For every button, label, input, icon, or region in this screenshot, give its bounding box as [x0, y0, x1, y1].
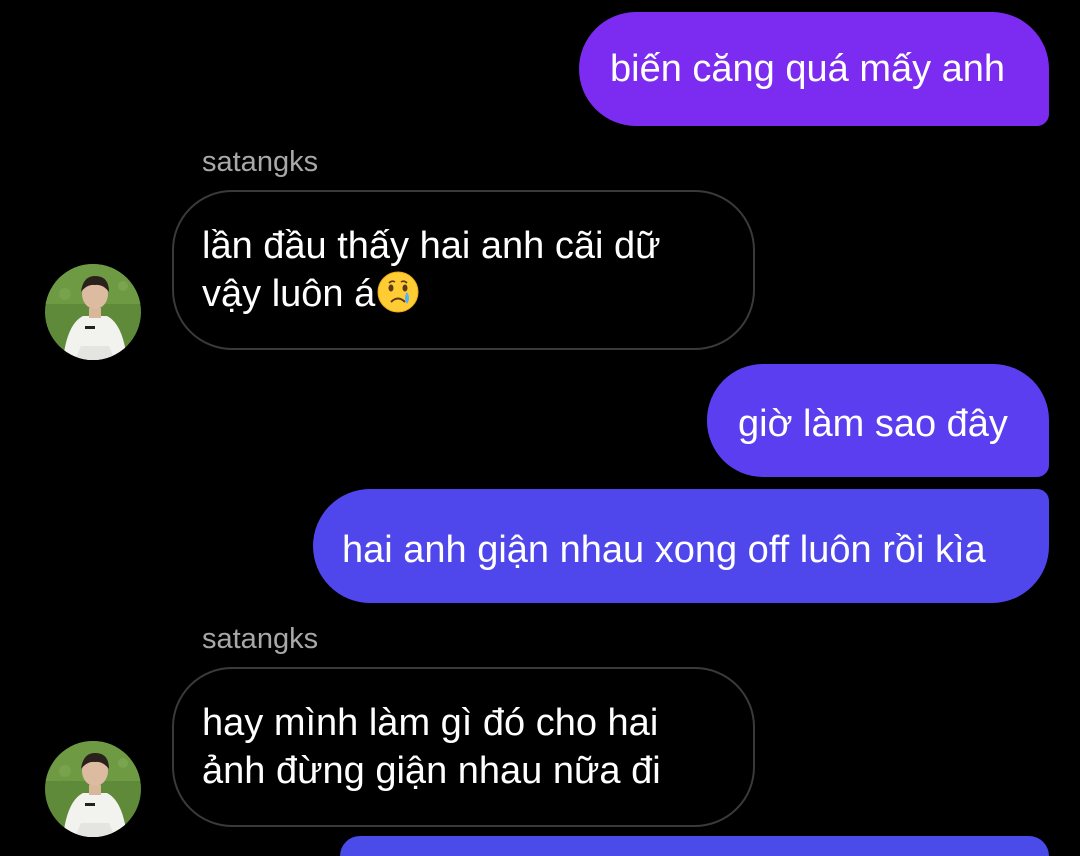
sender-name: satangks	[202, 146, 319, 178]
received-message-bubble[interactable]: lần đầu thấy hai anh cãi dữ vậy luôn á	[172, 190, 755, 350]
sent-message-bubble[interactable]: giờ làm sao đây	[707, 364, 1049, 477]
crying-face-emoji-icon	[376, 270, 420, 326]
sent-message-bubble[interactable]: hai anh giận nhau xong off luôn rồi kìa	[313, 489, 1049, 603]
message-text: biến căng quá mấy anh	[610, 48, 1006, 90]
message-text-line: ảnh đừng giận nhau nữa đi	[202, 750, 661, 792]
message-text-line: hay mình làm gì đó cho hai	[202, 702, 659, 744]
sent-message-bubble-partial[interactable]	[340, 836, 1049, 856]
user-avatar-icon[interactable]	[45, 741, 141, 837]
message-text: hai anh giận nhau xong off luôn rồi kìa	[342, 529, 986, 571]
sent-message-bubble[interactable]: biến căng quá mấy anh	[579, 12, 1049, 126]
sender-name: satangks	[202, 623, 319, 655]
message-text-line: vậy luôn á	[202, 270, 753, 326]
message-text-line: lần đầu thấy hai anh cãi dữ	[202, 225, 661, 267]
user-avatar-icon[interactable]	[45, 264, 141, 360]
message-text: vậy luôn á	[202, 273, 376, 315]
received-message-bubble[interactable]: hay mình làm gì đó cho hai ảnh đừng giận…	[172, 667, 755, 827]
message-text: giờ làm sao đây	[738, 403, 1008, 445]
